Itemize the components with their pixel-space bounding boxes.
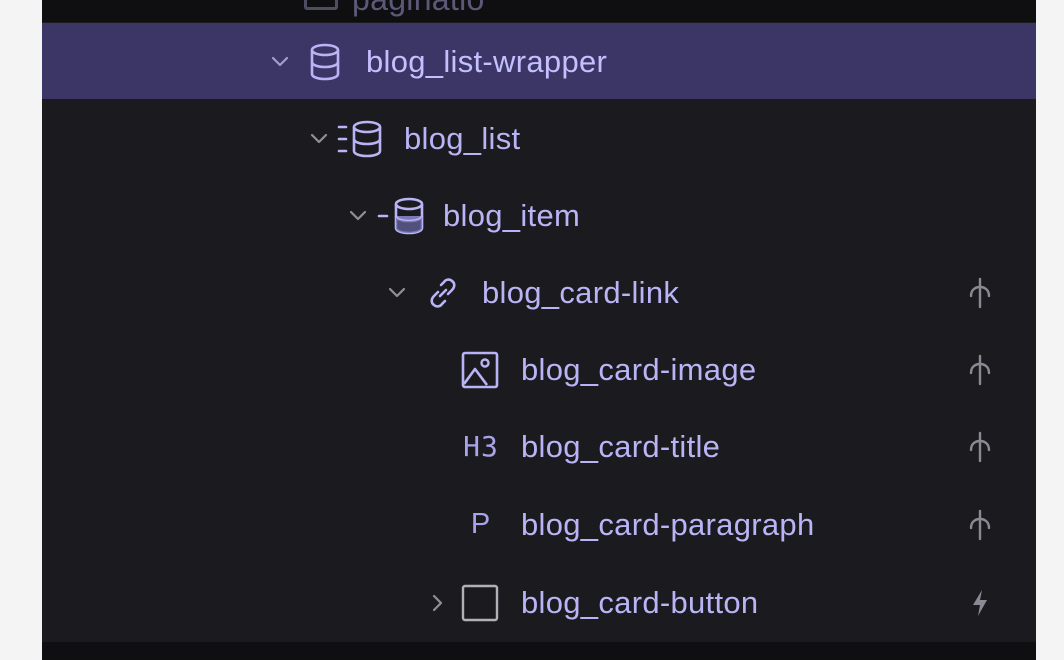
navigator-bottom-strip (42, 642, 1036, 660)
tree-row-blog-card-image[interactable]: blog_card-image (42, 331, 1036, 408)
tree-row-partial[interactable]: paginatio (304, 0, 485, 19)
tree-row-label: blog_list-wrapper (366, 44, 608, 79)
tree-row-label: blog_card-paragraph (521, 507, 815, 542)
collection-item-icon (374, 177, 430, 254)
heading-icon: H3 (459, 408, 503, 485)
tree-row-label: blog_item (443, 198, 581, 233)
paragraph-icon: P (459, 486, 503, 563)
style-anchor-icon[interactable] (966, 408, 994, 485)
chevron-down-icon[interactable] (346, 177, 370, 254)
tree-row-label: paginatio (352, 0, 485, 18)
tree-row-blog-card-paragraph[interactable]: P blog_card-paragraph (42, 486, 1036, 563)
navigator-panel: paginatio blog_list-wrapper (42, 0, 1036, 660)
tree-row-blog-list-wrapper[interactable]: blog_list-wrapper (42, 23, 1036, 99)
tree-row-blog-card-link[interactable]: blog_card-link (42, 254, 1036, 331)
image-icon (459, 331, 501, 408)
tree-row-label: blog_card-link (482, 275, 680, 310)
tree-row-blog-card-title[interactable]: H3 blog_card-title (42, 408, 1036, 485)
style-anchor-icon[interactable] (966, 331, 994, 408)
tree-row-label: blog_card-button (521, 585, 759, 620)
paragraph-icon-text: P (470, 508, 492, 540)
chevron-down-icon[interactable] (385, 254, 409, 331)
tree-row-blog-item[interactable]: blog_item (42, 177, 1036, 254)
style-anchor-icon[interactable] (966, 254, 994, 331)
interaction-bolt-icon[interactable] (966, 564, 994, 641)
tree-row-label: blog_card-image (521, 352, 757, 387)
link-icon (422, 254, 464, 331)
block-icon (304, 0, 338, 10)
block-icon (459, 564, 501, 641)
chevron-down-icon[interactable] (268, 23, 292, 100)
tree-row-blog-list[interactable]: blog_list (42, 100, 1036, 177)
database-icon (304, 23, 346, 100)
collection-list-icon (334, 100, 390, 177)
tree-row-label: blog_list (404, 121, 521, 156)
chevron-right-icon[interactable] (426, 564, 450, 641)
heading-icon-text: H3 (463, 430, 499, 463)
navigator-top-strip: paginatio (42, 0, 1036, 22)
chevron-down-icon[interactable] (307, 100, 331, 177)
tree-row-label: blog_card-title (521, 429, 721, 464)
tree-row-blog-card-button[interactable]: blog_card-button (42, 564, 1036, 641)
style-anchor-icon[interactable] (966, 486, 994, 563)
